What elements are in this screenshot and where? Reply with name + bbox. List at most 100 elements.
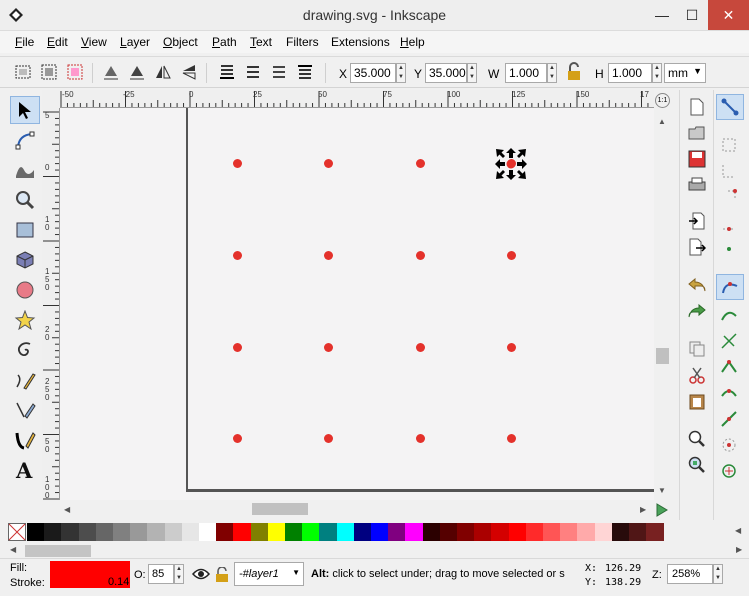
snap-nodes-toggle[interactable] — [716, 274, 744, 300]
color-swatch[interactable] — [422, 523, 441, 541]
color-manage-icon[interactable] — [655, 502, 669, 518]
calligraphy-tool[interactable] — [10, 426, 40, 454]
color-swatch[interactable] — [439, 523, 458, 541]
pen-tool[interactable] — [10, 396, 40, 424]
star-tool[interactable] — [10, 306, 40, 334]
opacity-stepper[interactable]: ▲ ▼ — [174, 564, 184, 584]
horizontal-ruler[interactable]: -50 -25 0 25 50 75 100 125 150 17 — [60, 90, 654, 108]
h-stepper[interactable]: ▲ ▼ — [652, 63, 662, 83]
menu-layer[interactable]: Layer — [120, 35, 150, 49]
flip-horizontal-icon[interactable] — [153, 62, 173, 82]
color-swatch[interactable] — [319, 523, 338, 541]
color-swatch[interactable] — [457, 523, 475, 541]
color-swatch[interactable] — [371, 523, 389, 541]
paste-icon[interactable] — [688, 392, 706, 410]
dot-shape[interactable] — [507, 434, 516, 443]
spiral-tool[interactable] — [10, 336, 40, 364]
color-swatch[interactable] — [336, 523, 355, 541]
lower-to-bottom-icon[interactable] — [217, 62, 237, 82]
raise-to-top-icon[interactable] — [295, 62, 315, 82]
snap-enable-toggle[interactable] — [716, 94, 744, 120]
export-icon[interactable] — [688, 238, 706, 256]
color-swatch[interactable] — [353, 523, 372, 541]
snap-bbox-edge-icon[interactable] — [720, 162, 738, 180]
snap-midpoint-icon[interactable] — [720, 410, 738, 428]
open-folder-icon[interactable] — [688, 124, 706, 142]
palette-menu-icon[interactable]: ◀ — [735, 526, 741, 535]
pencil-tool[interactable] — [10, 366, 40, 394]
color-swatch[interactable] — [27, 523, 45, 541]
menu-edit[interactable]: Edit — [47, 35, 68, 49]
color-swatch[interactable] — [233, 523, 252, 541]
color-swatch[interactable] — [508, 523, 527, 541]
snap-paths-icon[interactable] — [720, 306, 738, 324]
vertical-scroll-thumb[interactable] — [656, 348, 669, 364]
menu-help[interactable]: Help — [400, 35, 425, 49]
color-swatch[interactable] — [646, 523, 665, 541]
color-swatch[interactable] — [250, 523, 269, 541]
flip-vertical-icon[interactable] — [179, 62, 199, 82]
dot-shape[interactable] — [324, 343, 333, 352]
color-swatch[interactable] — [199, 523, 217, 541]
palette-scroll-right-icon[interactable]: ▶ — [736, 545, 742, 554]
text-tool[interactable]: A — [10, 456, 40, 484]
3dbox-tool[interactable] — [10, 246, 40, 274]
menu-view[interactable]: View — [81, 35, 107, 49]
menu-filters[interactable]: Filters — [286, 35, 319, 49]
snap-intersection-icon[interactable] — [720, 332, 738, 350]
h-input[interactable]: 1.000 — [608, 63, 652, 83]
lock-icon[interactable] — [566, 62, 582, 82]
dot-shape[interactable] — [416, 251, 425, 260]
snap-bbox-center-icon[interactable] — [720, 240, 738, 258]
save-icon[interactable] — [688, 150, 706, 168]
color-swatch[interactable] — [61, 523, 80, 541]
color-swatch[interactable] — [405, 523, 424, 541]
horizontal-scroll-thumb[interactable] — [252, 503, 308, 515]
color-swatch[interactable] — [181, 523, 200, 541]
zoom-input[interactable]: 258% — [667, 564, 713, 584]
dot-shape[interactable] — [233, 343, 242, 352]
vertical-scrollbar[interactable]: ▲ ▼ — [654, 108, 670, 500]
color-swatch[interactable] — [113, 523, 131, 541]
color-swatch[interactable] — [629, 523, 647, 541]
unit-select[interactable]: mm ▼ — [664, 63, 706, 83]
color-swatch[interactable] — [147, 523, 166, 541]
color-swatch[interactable] — [285, 523, 303, 541]
palette-scroll-left-icon[interactable]: ◀ — [10, 545, 16, 554]
scroll-down-icon[interactable]: ▼ — [658, 486, 666, 495]
dot-shape[interactable] — [507, 251, 516, 260]
rotate-ccw-icon[interactable] — [101, 62, 121, 82]
dot-shape[interactable] — [324, 434, 333, 443]
palette-scroll-thumb[interactable] — [25, 545, 91, 557]
select-all-layers-icon[interactable] — [39, 62, 59, 82]
selector-tool[interactable] — [10, 96, 40, 124]
maximize-button[interactable]: ☐ — [676, 0, 708, 30]
color-swatch[interactable] — [78, 523, 97, 541]
snap-bbox-icon[interactable] — [720, 136, 738, 154]
print-icon[interactable] — [688, 176, 706, 194]
zoom-selection-icon[interactable] — [688, 430, 706, 448]
menu-text[interactable]: Text — [250, 35, 272, 49]
import-icon[interactable] — [688, 212, 706, 230]
scroll-left-icon[interactable]: ◀ — [64, 505, 70, 514]
color-swatch[interactable] — [302, 523, 321, 541]
color-swatch[interactable] — [216, 523, 235, 541]
rotate-cw-icon[interactable] — [127, 62, 147, 82]
menu-path[interactable]: Path — [212, 35, 237, 49]
snap-object-center-icon[interactable] — [720, 436, 738, 454]
zoom-tool[interactable] — [10, 186, 40, 214]
color-swatch[interactable] — [577, 523, 596, 541]
rect-tool[interactable] — [10, 216, 40, 244]
color-swatch[interactable] — [611, 523, 630, 541]
horizontal-scrollbar[interactable]: ◀ ▶ — [60, 500, 654, 518]
undo-icon[interactable] — [688, 276, 706, 294]
scroll-right-icon[interactable]: ▶ — [640, 505, 646, 514]
zoom-stepper[interactable]: ▲ ▼ — [713, 564, 723, 584]
color-swatch[interactable] — [560, 523, 579, 541]
color-swatch[interactable] — [594, 523, 613, 541]
y-stepper[interactable]: ▲ ▼ — [467, 63, 477, 83]
menu-file[interactable]: File — [15, 35, 34, 49]
snap-bbox-corner-icon[interactable] — [720, 188, 738, 206]
color-swatch[interactable] — [543, 523, 561, 541]
new-document-icon[interactable] — [688, 98, 706, 116]
